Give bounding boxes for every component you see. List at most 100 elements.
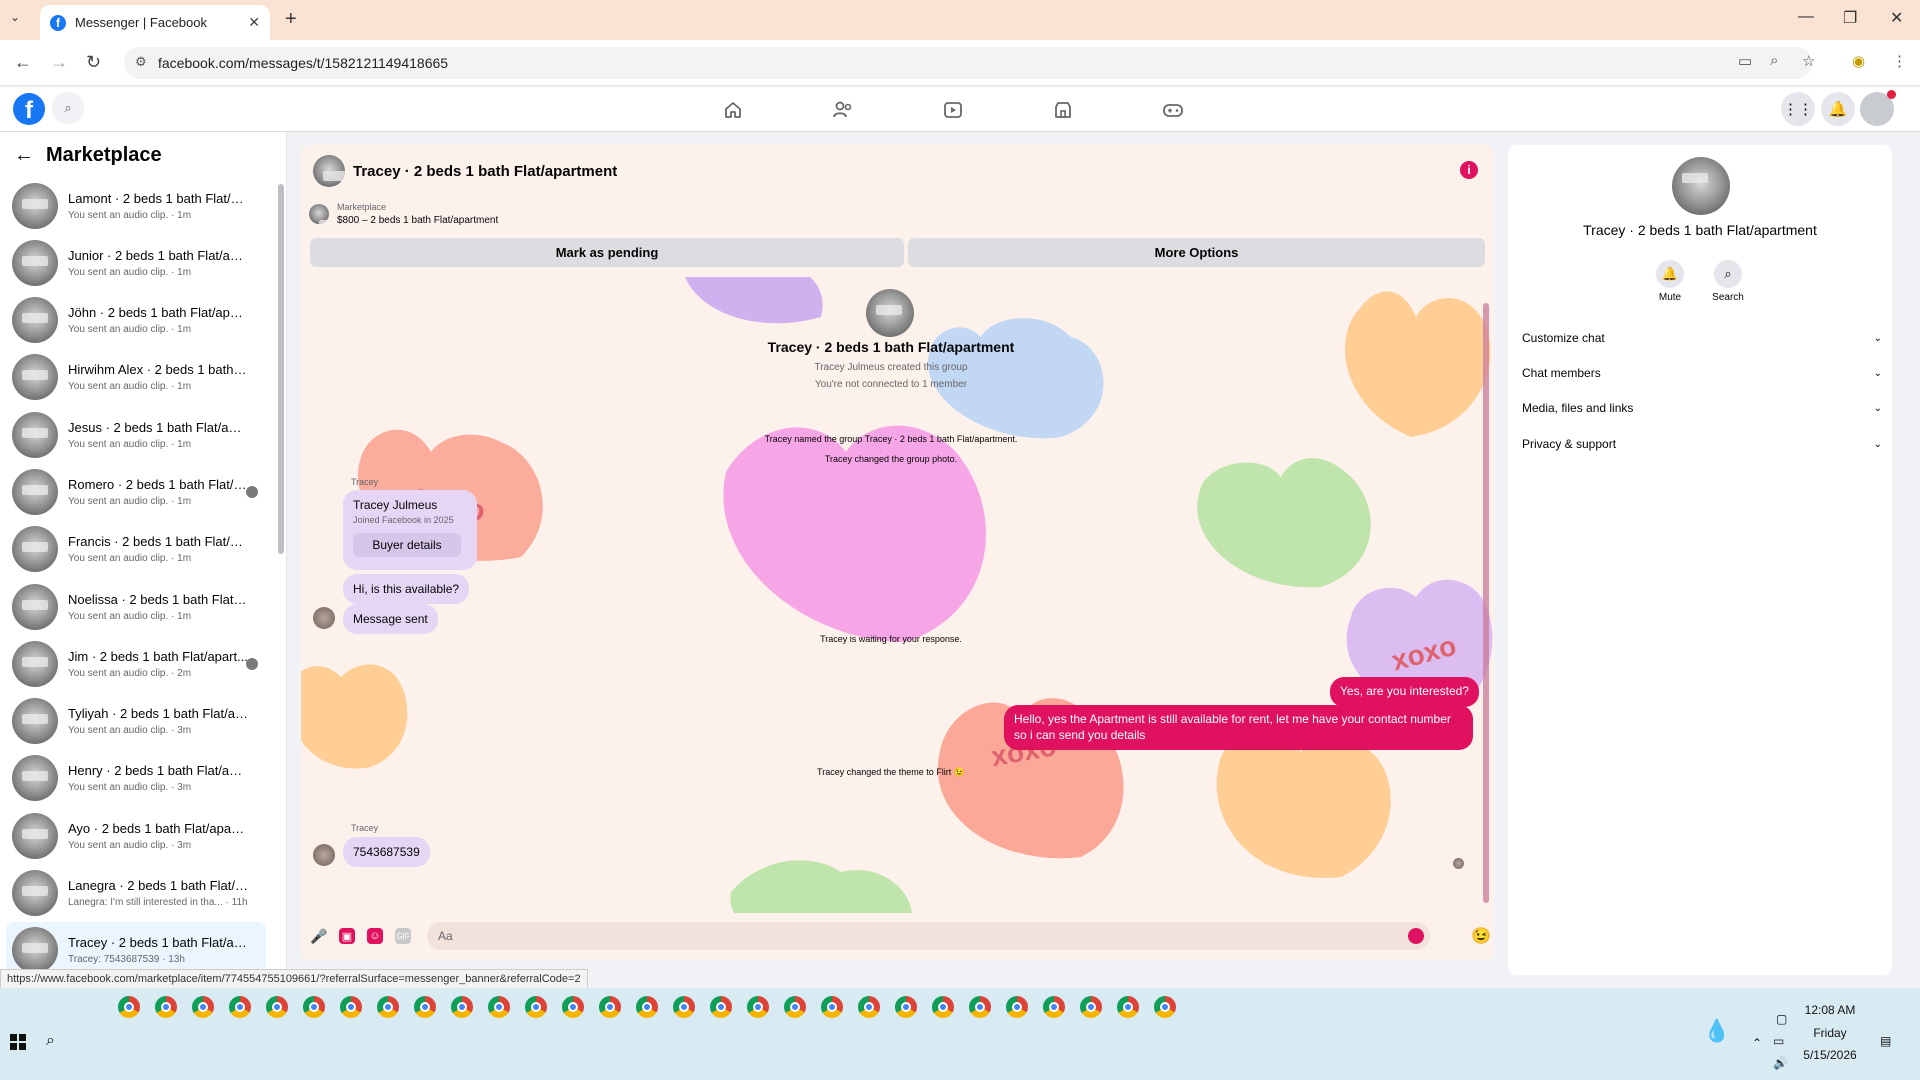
- chrome-taskbar-icon[interactable]: [340, 996, 362, 1018]
- conversation-item[interactable]: Romero · 2 beds 1 bath Flat/a... You sent…: [6, 464, 266, 520]
- gaming-icon[interactable]: [1160, 97, 1186, 123]
- chrome-taskbar-icon[interactable]: [266, 996, 288, 1018]
- conversation-item[interactable]: Noelissa · 2 beds 1 bath Flat/ap... You s…: [6, 579, 266, 635]
- browser-tab[interactable]: f Messenger | Facebook ✕: [40, 5, 270, 40]
- chrome-taskbar-icon[interactable]: [710, 996, 732, 1018]
- chrome-taskbar-icon[interactable]: [155, 996, 177, 1018]
- conversation-item[interactable]: Francis · 2 beds 1 bath Flat/apar... You …: [6, 521, 266, 577]
- mute-button[interactable]: 🔔 Mute: [1640, 260, 1700, 303]
- chrome-taskbar-icon[interactable]: [1154, 996, 1176, 1018]
- volume-icon[interactable]: 🔊: [1773, 1056, 1788, 1070]
- bookmark-star-icon[interactable]: ☆: [1802, 52, 1815, 70]
- conversation-item[interactable]: Ayo · 2 beds 1 bath Flat/apartm... You se…: [6, 808, 266, 864]
- chat-title-row[interactable]: Tracey · 2 beds 1 bath Flat/apartment: [313, 155, 617, 187]
- back-icon[interactable]: ←: [14, 52, 32, 73]
- network-icon[interactable]: ▭: [1773, 1034, 1784, 1048]
- photo-icon[interactable]: ▣: [339, 928, 355, 944]
- account-avatar[interactable]: [1860, 90, 1896, 126]
- chrome-taskbar-icon[interactable]: [747, 996, 769, 1018]
- reload-icon[interactable]: ↻: [86, 52, 101, 73]
- chrome-taskbar-icon[interactable]: [562, 996, 584, 1018]
- chrome-taskbar-icon[interactable]: [1080, 996, 1102, 1018]
- chrome-taskbar-icon[interactable]: [118, 996, 140, 1018]
- site-info-icon[interactable]: ⚙: [135, 54, 147, 70]
- chrome-taskbar-icon[interactable]: [229, 996, 251, 1018]
- chat-scrollbar[interactable]: [1481, 283, 1491, 913]
- chrome-taskbar-icon[interactable]: [858, 996, 880, 1018]
- outgoing-message[interactable]: Yes, are you interested?: [1330, 677, 1479, 707]
- marketplace-listing-banner[interactable]: Marketplace $800 – 2 beds 1 bath Flat/ap…: [309, 202, 498, 226]
- url-field[interactable]: ⚙ facebook.com/messages/t/15821211494186…: [124, 47, 1812, 79]
- buyer-details-button[interactable]: Buyer details: [353, 533, 461, 557]
- info-icon[interactable]: i: [1460, 161, 1478, 179]
- incoming-message[interactable]: Message sent: [343, 604, 438, 634]
- clock[interactable]: 12:08 AM Friday 5/15/2026: [1800, 1003, 1860, 1062]
- customize-chat-section[interactable]: Customize chat ⌄: [1522, 324, 1882, 352]
- chrome-taskbar-icon[interactable]: [673, 996, 695, 1018]
- chrome-taskbar-icon[interactable]: [488, 996, 510, 1018]
- friends-icon[interactable]: [830, 97, 856, 123]
- conversation-item[interactable]: Jöhn · 2 beds 1 bath Flat/apart... You se…: [6, 292, 266, 348]
- sender-avatar[interactable]: [313, 844, 335, 866]
- marketplace-icon[interactable]: [1050, 97, 1076, 123]
- close-window-icon[interactable]: ✕: [1890, 8, 1903, 28]
- conversation-item[interactable]: Lanegra · 2 beds 1 bath Flat/apa... Laneg…: [6, 865, 266, 921]
- restore-icon[interactable]: ❐: [1843, 8, 1857, 28]
- message-input[interactable]: Aa: [427, 922, 1430, 950]
- conversation-item[interactable]: Junior · 2 beds 1 bath Flat/apart... You …: [6, 235, 266, 291]
- privacy-support-section[interactable]: Privacy & support ⌄: [1522, 430, 1882, 458]
- chrome-taskbar-icon[interactable]: [599, 996, 621, 1018]
- chrome-taskbar-icon[interactable]: [932, 996, 954, 1018]
- facebook-search-icon[interactable]: ⌕: [52, 92, 84, 124]
- weather-icon[interactable]: 💧: [1703, 1018, 1730, 1044]
- chrome-taskbar-icon[interactable]: [636, 996, 658, 1018]
- conversation-item[interactable]: Tyliyah · 2 beds 1 bath Flat/apar... You …: [6, 693, 266, 749]
- profile-icon[interactable]: ◉: [1852, 52, 1865, 70]
- emoji-icon[interactable]: [1408, 928, 1424, 944]
- outgoing-message-long[interactable]: Hello, yes the Apartment is still availa…: [1004, 705, 1473, 751]
- chrome-taskbar-icon[interactable]: [303, 996, 325, 1018]
- chrome-taskbar-icon[interactable]: [451, 996, 473, 1018]
- show-hidden-icons-icon[interactable]: ⌃: [1752, 1036, 1762, 1050]
- forward-icon[interactable]: →: [50, 52, 68, 73]
- minimize-icon[interactable]: —: [1798, 8, 1814, 26]
- notifications-icon[interactable]: 🔔: [1821, 92, 1855, 126]
- chat-scroll-thumb[interactable]: [1483, 303, 1489, 903]
- microphone-icon[interactable]: 🎤: [310, 928, 327, 944]
- chrome-taskbar-icon[interactable]: [1117, 996, 1139, 1018]
- chrome-taskbar-icon[interactable]: [895, 996, 917, 1018]
- chrome-taskbar-icon[interactable]: [525, 996, 547, 1018]
- quick-reaction-icon[interactable]: 😉: [1471, 926, 1491, 946]
- browser-menu-icon[interactable]: ⋮: [1892, 52, 1907, 70]
- media-files-links-section[interactable]: Media, files and links ⌄: [1522, 394, 1882, 422]
- meet-now-icon[interactable]: ▢: [1776, 1012, 1787, 1026]
- taskbar-search-icon[interactable]: ⌕: [46, 1032, 55, 1050]
- chrome-taskbar-icon[interactable]: [784, 996, 806, 1018]
- chrome-taskbar-icon[interactable]: [969, 996, 991, 1018]
- incoming-message[interactable]: 7543687539: [343, 837, 430, 867]
- conversation-item[interactable]: Hirwihm Alex · 2 beds 1 bath Fl... You se…: [6, 349, 266, 405]
- conversation-item[interactable]: Jim · 2 beds 1 bath Flat/apart... You sen…: [6, 636, 266, 692]
- sticker-icon[interactable]: ☺: [367, 928, 383, 944]
- windows-start-icon[interactable]: [10, 1034, 26, 1050]
- notification-center-icon[interactable]: ▤: [1880, 1034, 1891, 1048]
- details-avatar[interactable]: [1672, 157, 1730, 215]
- conversation-item[interactable]: Lamont · 2 beds 1 bath Flat/apa... You se…: [6, 178, 266, 234]
- zoom-icon[interactable]: ⌕: [1770, 52, 1778, 69]
- chrome-taskbar-icon[interactable]: [192, 996, 214, 1018]
- close-tab-icon[interactable]: ✕: [248, 14, 260, 31]
- chrome-taskbar-icon[interactable]: [377, 996, 399, 1018]
- menu-grid-icon[interactable]: ⋮⋮: [1781, 92, 1815, 126]
- back-arrow-icon[interactable]: ←: [14, 144, 34, 167]
- chrome-taskbar-icon[interactable]: [821, 996, 843, 1018]
- chrome-taskbar-icon[interactable]: [1043, 996, 1065, 1018]
- video-icon[interactable]: [940, 97, 966, 123]
- install-app-icon[interactable]: ▭: [1738, 52, 1752, 70]
- chrome-taskbar-icon[interactable]: [1006, 996, 1028, 1018]
- sender-avatar[interactable]: [313, 607, 335, 629]
- new-tab-icon[interactable]: +: [285, 8, 297, 31]
- chrome-taskbar-icon[interactable]: [414, 996, 436, 1018]
- sidebar-scrollbar[interactable]: [277, 172, 285, 554]
- home-icon[interactable]: [720, 97, 746, 123]
- incoming-message[interactable]: Hi, is this available?: [343, 574, 470, 604]
